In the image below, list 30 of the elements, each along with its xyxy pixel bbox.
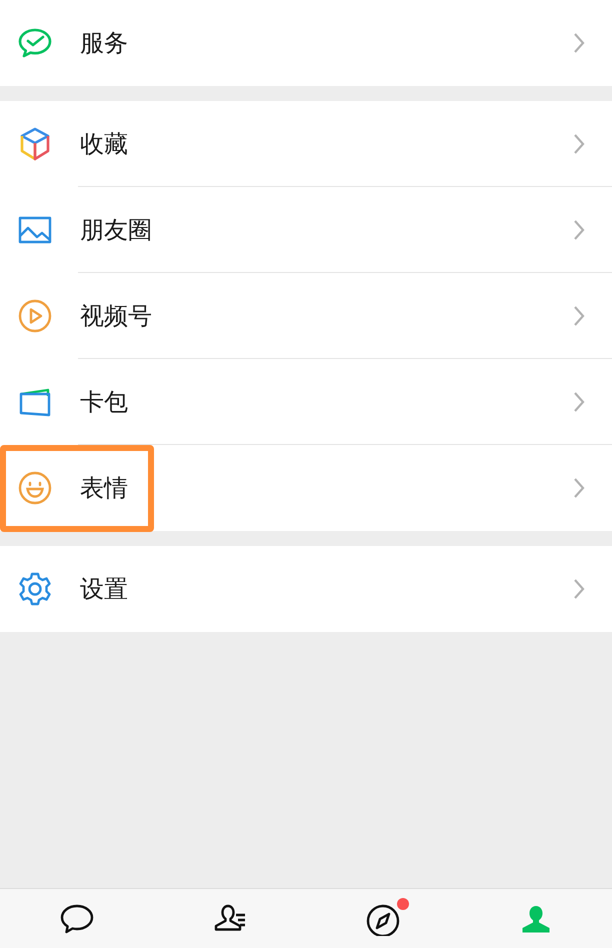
menu-item[interactable]: 设置 bbox=[0, 546, 612, 632]
chevron-right-icon bbox=[573, 578, 585, 600]
menu-label: 服务 bbox=[80, 28, 129, 59]
menu-label: 设置 bbox=[80, 574, 129, 605]
play-circle-icon bbox=[18, 299, 52, 333]
menu-label: 表情 bbox=[80, 473, 129, 504]
chevron-right-icon bbox=[573, 133, 585, 155]
menu-item[interactable]: 表情 bbox=[0, 445, 612, 531]
cube-icon bbox=[19, 127, 51, 161]
menu-label: 朋友圈 bbox=[80, 215, 153, 246]
menu-label: 收藏 bbox=[80, 129, 129, 160]
menu-label: 视频号 bbox=[80, 301, 153, 332]
menu-item[interactable]: 收藏 bbox=[0, 101, 612, 187]
chevron-right-icon bbox=[573, 219, 585, 241]
settings-icon bbox=[18, 572, 52, 606]
compass-icon bbox=[364, 902, 400, 936]
chevron-right-icon bbox=[573, 477, 585, 499]
menu-item[interactable]: 卡包 bbox=[0, 359, 612, 445]
wallet-icon bbox=[18, 387, 52, 417]
menu-item[interactable]: 视频号 bbox=[0, 273, 612, 359]
chevron-right-icon bbox=[573, 391, 585, 413]
menu-label: 卡包 bbox=[80, 387, 129, 418]
menu-item[interactable]: 服务 bbox=[0, 0, 612, 86]
image-icon bbox=[18, 216, 52, 244]
smiley-icon bbox=[18, 471, 52, 505]
chevron-right-icon bbox=[573, 305, 585, 327]
menu-item[interactable]: 朋友圈 bbox=[0, 187, 612, 273]
chevron-right-icon bbox=[573, 32, 585, 54]
chat-bubble-icon bbox=[58, 902, 94, 936]
message-check-icon bbox=[18, 28, 52, 58]
